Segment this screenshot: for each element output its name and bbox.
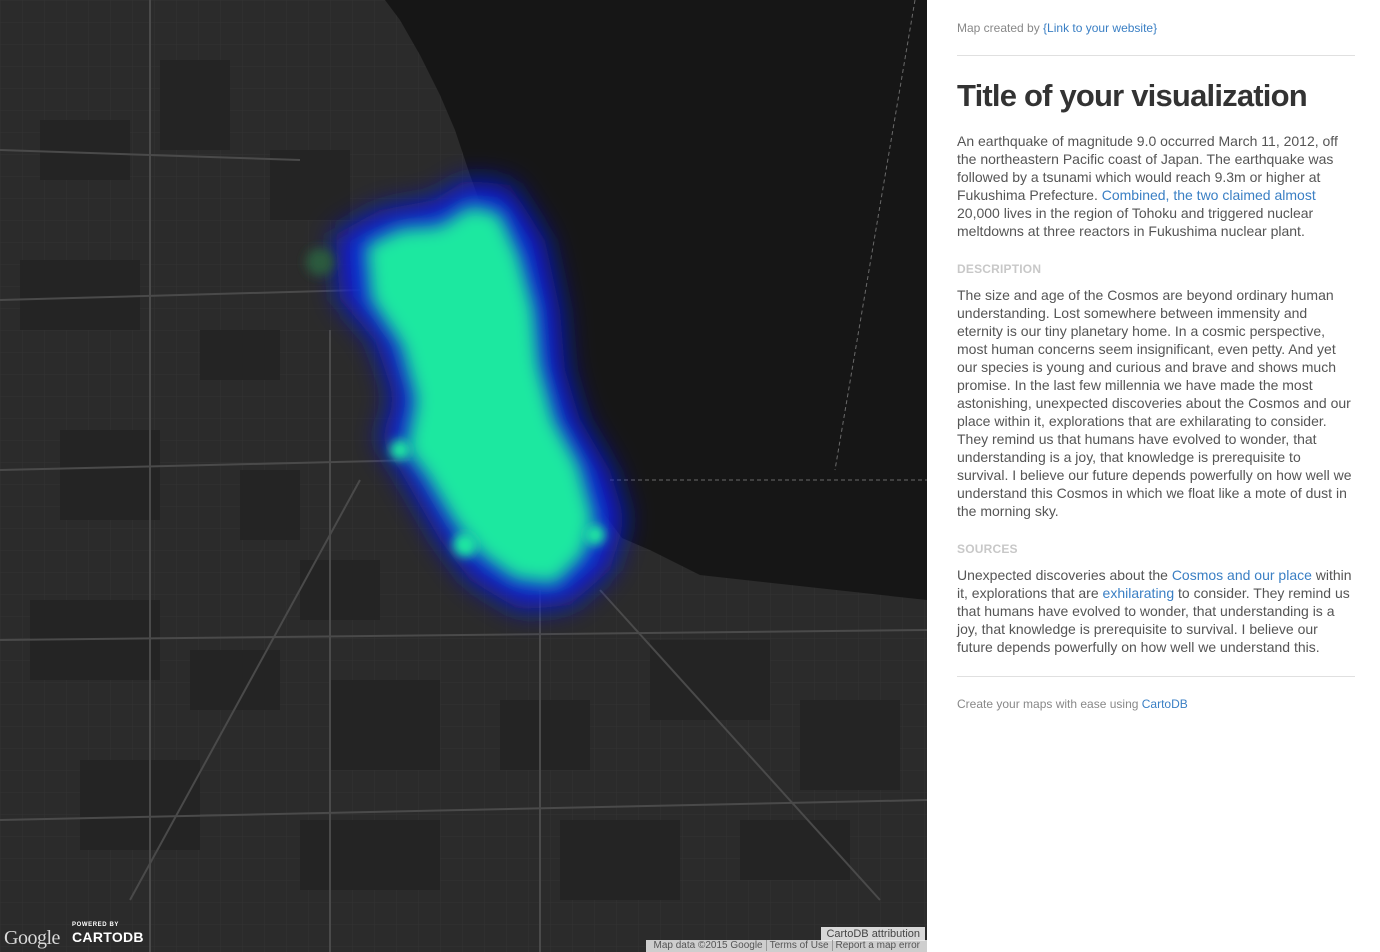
credit-prefix: Map created by [957, 21, 1044, 35]
description-heading: DESCRIPTION [957, 262, 1042, 276]
sources-text: Unexpected discoveries about the Cosmos … [957, 566, 1355, 656]
sources-link-cosmos[interactable]: Cosmos and our place [1172, 567, 1312, 583]
footer-prefix: Create your maps with ease using [957, 697, 1142, 711]
info-panel: Map created by {Link to your website} Ti… [927, 0, 1380, 952]
map-data-text: Map data ©2015 Google [653, 940, 763, 951]
website-link[interactable]: {Link to your website} [1043, 21, 1157, 35]
map-canvas[interactable]: Google POWERED BY CARTODB CartoDB attrib… [0, 0, 927, 952]
panel-footer: Create your maps with ease using CartoDB [957, 697, 1355, 711]
cartodb-attribution-button[interactable]: CartoDB attribution [821, 927, 925, 941]
sources-text-1: Unexpected discoveries about the [957, 567, 1172, 583]
map-footer: Map data ©2015 Google Terms of Use Report … [646, 940, 927, 952]
report-error-link[interactable]: Report a map error [831, 940, 923, 951]
divider [957, 55, 1355, 56]
intro-link[interactable]: Combined, the two claimed almost [1102, 187, 1316, 203]
basemap [0, 0, 927, 952]
google-logo: Google [4, 927, 60, 949]
info-panel-content: Map created by {Link to your website} Ti… [957, 21, 1355, 711]
credit-line: Map created by {Link to your website} [957, 21, 1355, 37]
terms-link[interactable]: Terms of Use [765, 940, 832, 951]
powered-by-label: POWERED BY [72, 922, 120, 928]
sources-heading: SOURCES [957, 542, 1018, 556]
description-text: The size and age of the Cosmos are beyon… [957, 287, 1352, 519]
intro-paragraph: An earthquake of magnitude 9.0 occurred … [957, 132, 1355, 240]
cartodb-brand: CARTODB [72, 929, 144, 945]
cartodb-logo[interactable]: POWERED BY CARTODB [72, 922, 144, 946]
cartodb-link[interactable]: CartoDB [1142, 697, 1188, 711]
page-title: Title of your visualization [957, 78, 1308, 113]
intro-text-2: 20,000 lives in the region of Tohoku and… [957, 205, 1314, 239]
sources-link-exhilarating[interactable]: exhilarating [1103, 585, 1175, 601]
divider [957, 676, 1355, 677]
